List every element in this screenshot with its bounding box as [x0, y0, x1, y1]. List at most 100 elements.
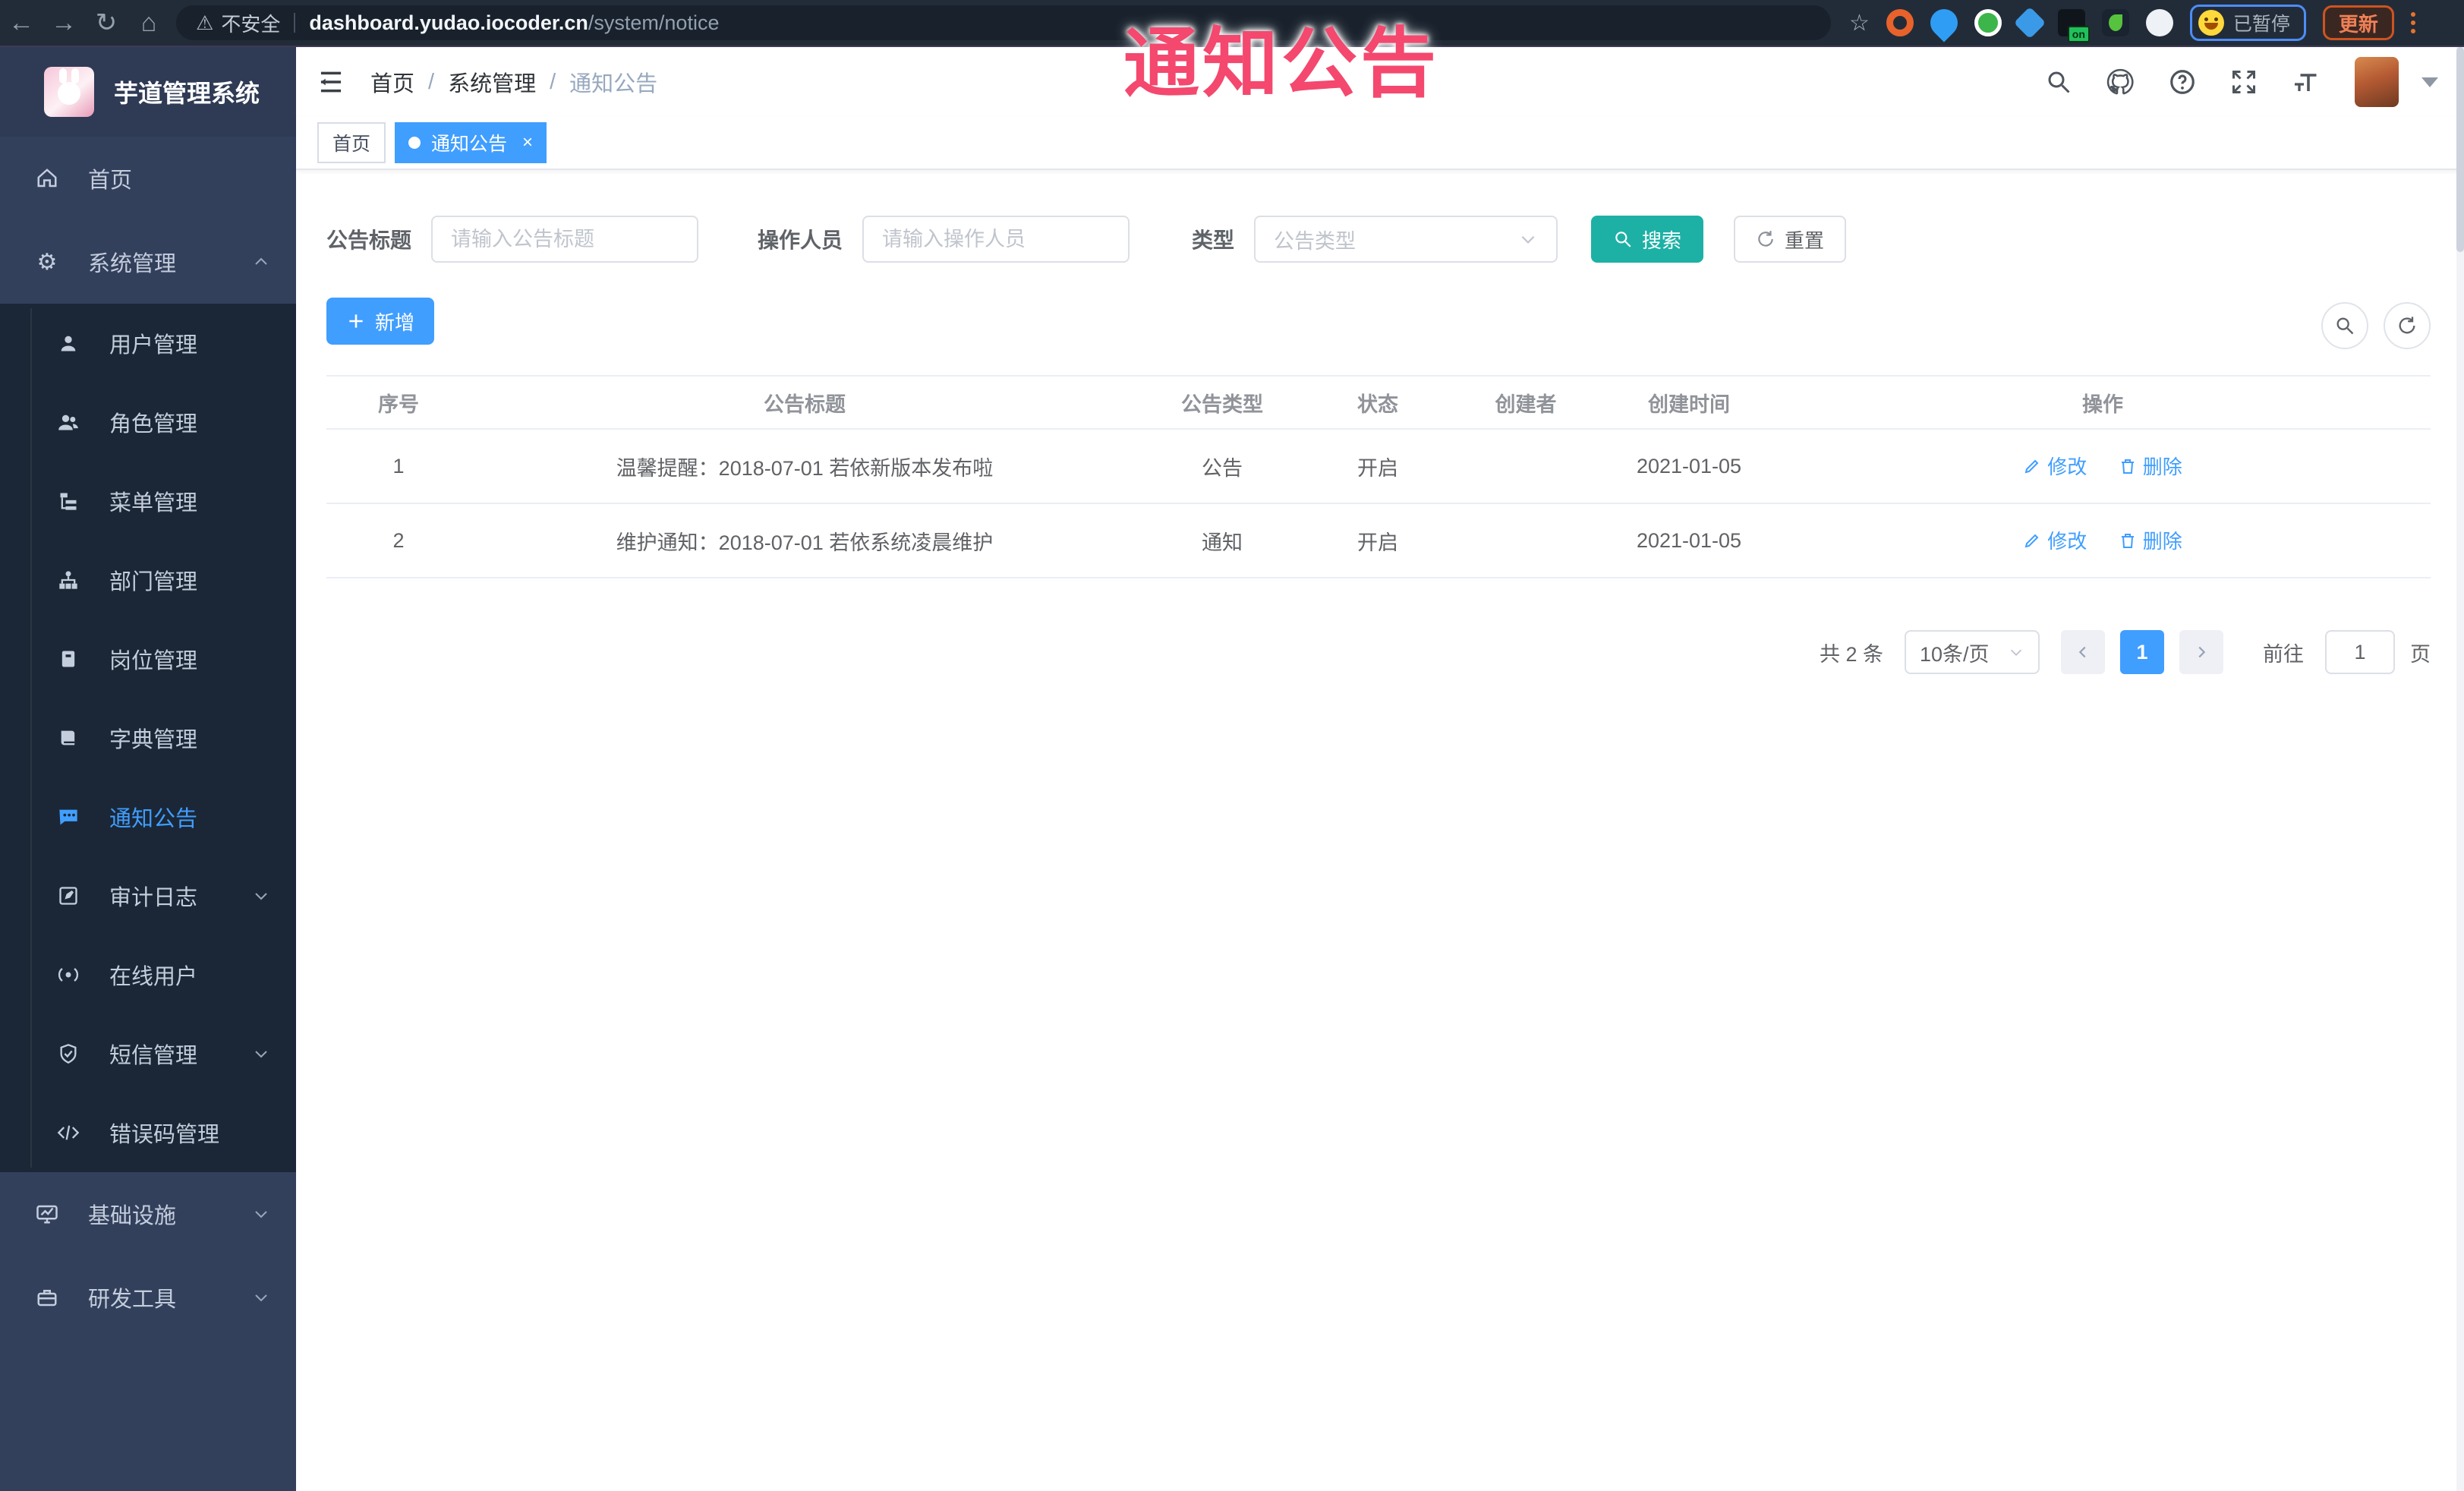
add-button[interactable]: 新增 — [326, 298, 434, 345]
cell-actions: 修改 删除 — [1776, 526, 2429, 555]
tab-notice[interactable]: 通知公告 × — [395, 122, 547, 163]
col-header-title: 公告标题 — [764, 392, 846, 416]
sidebar: 芋道管理系统 首页 ⚙ 系统管理 用户管理 角色管理 菜单管理 部门管理 岗位管… — [0, 47, 296, 1491]
app-logo — [44, 67, 94, 117]
sidebar-item-users[interactable]: 用户管理 — [0, 304, 296, 383]
cell-title: 温馨提醒：2018-07-01 若依新版本发布啦 — [616, 456, 994, 480]
chevron-left-icon — [2078, 646, 2086, 658]
edit-link[interactable]: 修改 — [2023, 526, 2087, 554]
font-size-icon[interactable] — [2291, 68, 2321, 96]
browser-forward-icon[interactable]: → — [43, 5, 85, 41]
sidebar-item-home[interactable]: 首页 — [0, 137, 296, 220]
chrome-update-button[interactable]: 更新 — [2322, 5, 2394, 40]
sidebar-item-audit[interactable]: 审计日志 — [0, 856, 296, 935]
extensions-puzzle-icon[interactable] — [2145, 9, 2173, 36]
collapse-sidebar-icon[interactable] — [317, 70, 345, 94]
app-title: 芋道管理系统 — [114, 80, 260, 107]
sidebar-item-system[interactable]: ⚙ 系统管理 — [0, 220, 296, 304]
chevron-down-icon — [252, 1288, 270, 1307]
refresh-table-button[interactable] — [2384, 302, 2431, 349]
sidebar-item-sms[interactable]: 短信管理 — [0, 1014, 296, 1093]
extension-gem-icon[interactable] — [2013, 6, 2047, 39]
page-annotation-watermark: 通知公告 — [1123, 21, 1439, 106]
sidebar-item-posts[interactable]: 岗位管理 — [0, 619, 296, 698]
tree-list-icon — [52, 490, 85, 512]
title-filter-input[interactable] — [431, 216, 699, 263]
goto-label: 前往 — [2263, 642, 2304, 666]
page-number-1[interactable]: 1 — [2120, 630, 2164, 674]
bookmark-star-icon[interactable]: ☆ — [1849, 10, 1870, 36]
extension-orange-icon[interactable] — [1886, 9, 1914, 36]
extension-console-icon[interactable]: on — [2057, 9, 2090, 43]
page-scrollbar[interactable] — [2456, 47, 2464, 1491]
paused-label: 已暂停 — [2232, 14, 2290, 35]
browser-home-icon[interactable]: ⌂ — [128, 5, 170, 41]
cell-type: 公告 — [1202, 456, 1243, 480]
plus-icon — [349, 314, 363, 328]
extension-location-icon[interactable] — [1924, 3, 1964, 43]
refresh-icon — [2399, 317, 2415, 334]
message-icon — [52, 806, 85, 827]
browser-reload-icon[interactable]: ↻ — [85, 5, 128, 41]
dashboard-icon — [30, 167, 64, 190]
fullscreen-icon[interactable] — [2230, 68, 2258, 96]
tab-close-icon[interactable]: × — [522, 132, 533, 153]
profile-paused-chip[interactable]: 已暂停 — [2189, 5, 2306, 41]
col-header-no: 序号 — [378, 392, 419, 416]
sidebar-item-depts[interactable]: 部门管理 — [0, 541, 296, 619]
breadcrumb-separator: / — [550, 69, 556, 94]
sidebar-item-errcode[interactable]: 错误码管理 — [0, 1093, 296, 1172]
search-icon — [2336, 317, 2354, 335]
prev-page-button[interactable] — [2061, 630, 2105, 674]
reset-button[interactable]: 重置 — [1734, 216, 1847, 263]
warning-icon: ⚠ — [196, 11, 214, 34]
sidebar-item-online[interactable]: 在线用户 — [0, 935, 296, 1014]
pagination: 共 2 条 10条/页 1 前往 页 — [326, 630, 2431, 674]
tab-home[interactable]: 首页 — [317, 122, 386, 163]
delete-link[interactable]: 删除 — [2119, 526, 2182, 554]
extension-sprout-icon[interactable] — [2101, 9, 2129, 36]
users-group-icon — [52, 411, 85, 433]
sidebar-item-menus[interactable]: 菜单管理 — [0, 462, 296, 541]
select-caret-icon — [1521, 235, 1535, 244]
delete-link[interactable]: 删除 — [2119, 452, 2182, 480]
edit-link[interactable]: 修改 — [2023, 452, 2087, 480]
operator-filter-input[interactable] — [862, 216, 1130, 263]
page-size-select[interactable]: 10条/页 — [1905, 630, 2040, 674]
update-label: 更新 — [2338, 12, 2378, 36]
col-header-actions: 操作 — [2082, 392, 2123, 416]
page-content: 公告标题 操作人员 类型 公告类型 搜索 重置 — [296, 170, 2464, 1491]
browser-back-icon[interactable]: ← — [0, 5, 43, 41]
sidebar-item-dicts[interactable]: 字典管理 — [0, 698, 296, 777]
app-logo-row[interactable]: 芋道管理系统 — [0, 47, 296, 137]
cell-type: 通知 — [1202, 531, 1243, 554]
cell-no: 1 — [392, 454, 405, 478]
type-filter-select[interactable]: 公告类型 — [1254, 216, 1558, 263]
goto-page-input[interactable] — [2325, 630, 2395, 674]
next-page-button[interactable] — [2179, 630, 2223, 674]
help-icon[interactable] — [2168, 68, 2197, 96]
sidebar-item-roles[interactable]: 角色管理 — [0, 383, 296, 462]
filter-form: 公告标题 操作人员 类型 公告类型 搜索 重置 — [326, 216, 2431, 263]
active-tab-dot — [408, 137, 421, 149]
header-search-icon[interactable] — [2045, 68, 2072, 96]
sidebar-item-devtools[interactable]: 研发工具 — [0, 1256, 296, 1339]
monitor-icon — [30, 1203, 64, 1225]
chrome-menu-icon[interactable] — [2410, 12, 2415, 33]
breadcrumb-home[interactable]: 首页 — [370, 66, 414, 98]
search-button[interactable]: 搜索 — [1591, 216, 1704, 263]
gear-icon: ⚙ — [36, 249, 58, 275]
select-caret-icon — [2010, 649, 2022, 656]
address-bar[interactable]: ⚠ 不安全 dashboard.yudao.iocoder.cn /system… — [176, 5, 1831, 40]
user-menu-caret-icon[interactable] — [2421, 77, 2438, 87]
cell-created: 2021-01-05 — [1636, 454, 1742, 478]
sidebar-item-infra[interactable]: 基础设施 — [0, 1172, 296, 1256]
extension-green-icon[interactable] — [1974, 9, 2002, 36]
sidebar-item-notice[interactable]: 通知公告 — [0, 777, 296, 856]
cell-created: 2021-01-05 — [1636, 528, 1742, 552]
github-icon[interactable] — [2106, 68, 2135, 96]
breadcrumb-system[interactable]: 系统管理 — [448, 66, 536, 98]
user-avatar[interactable] — [2355, 57, 2399, 107]
divider — [294, 13, 296, 33]
toggle-search-button[interactable] — [2321, 302, 2368, 349]
